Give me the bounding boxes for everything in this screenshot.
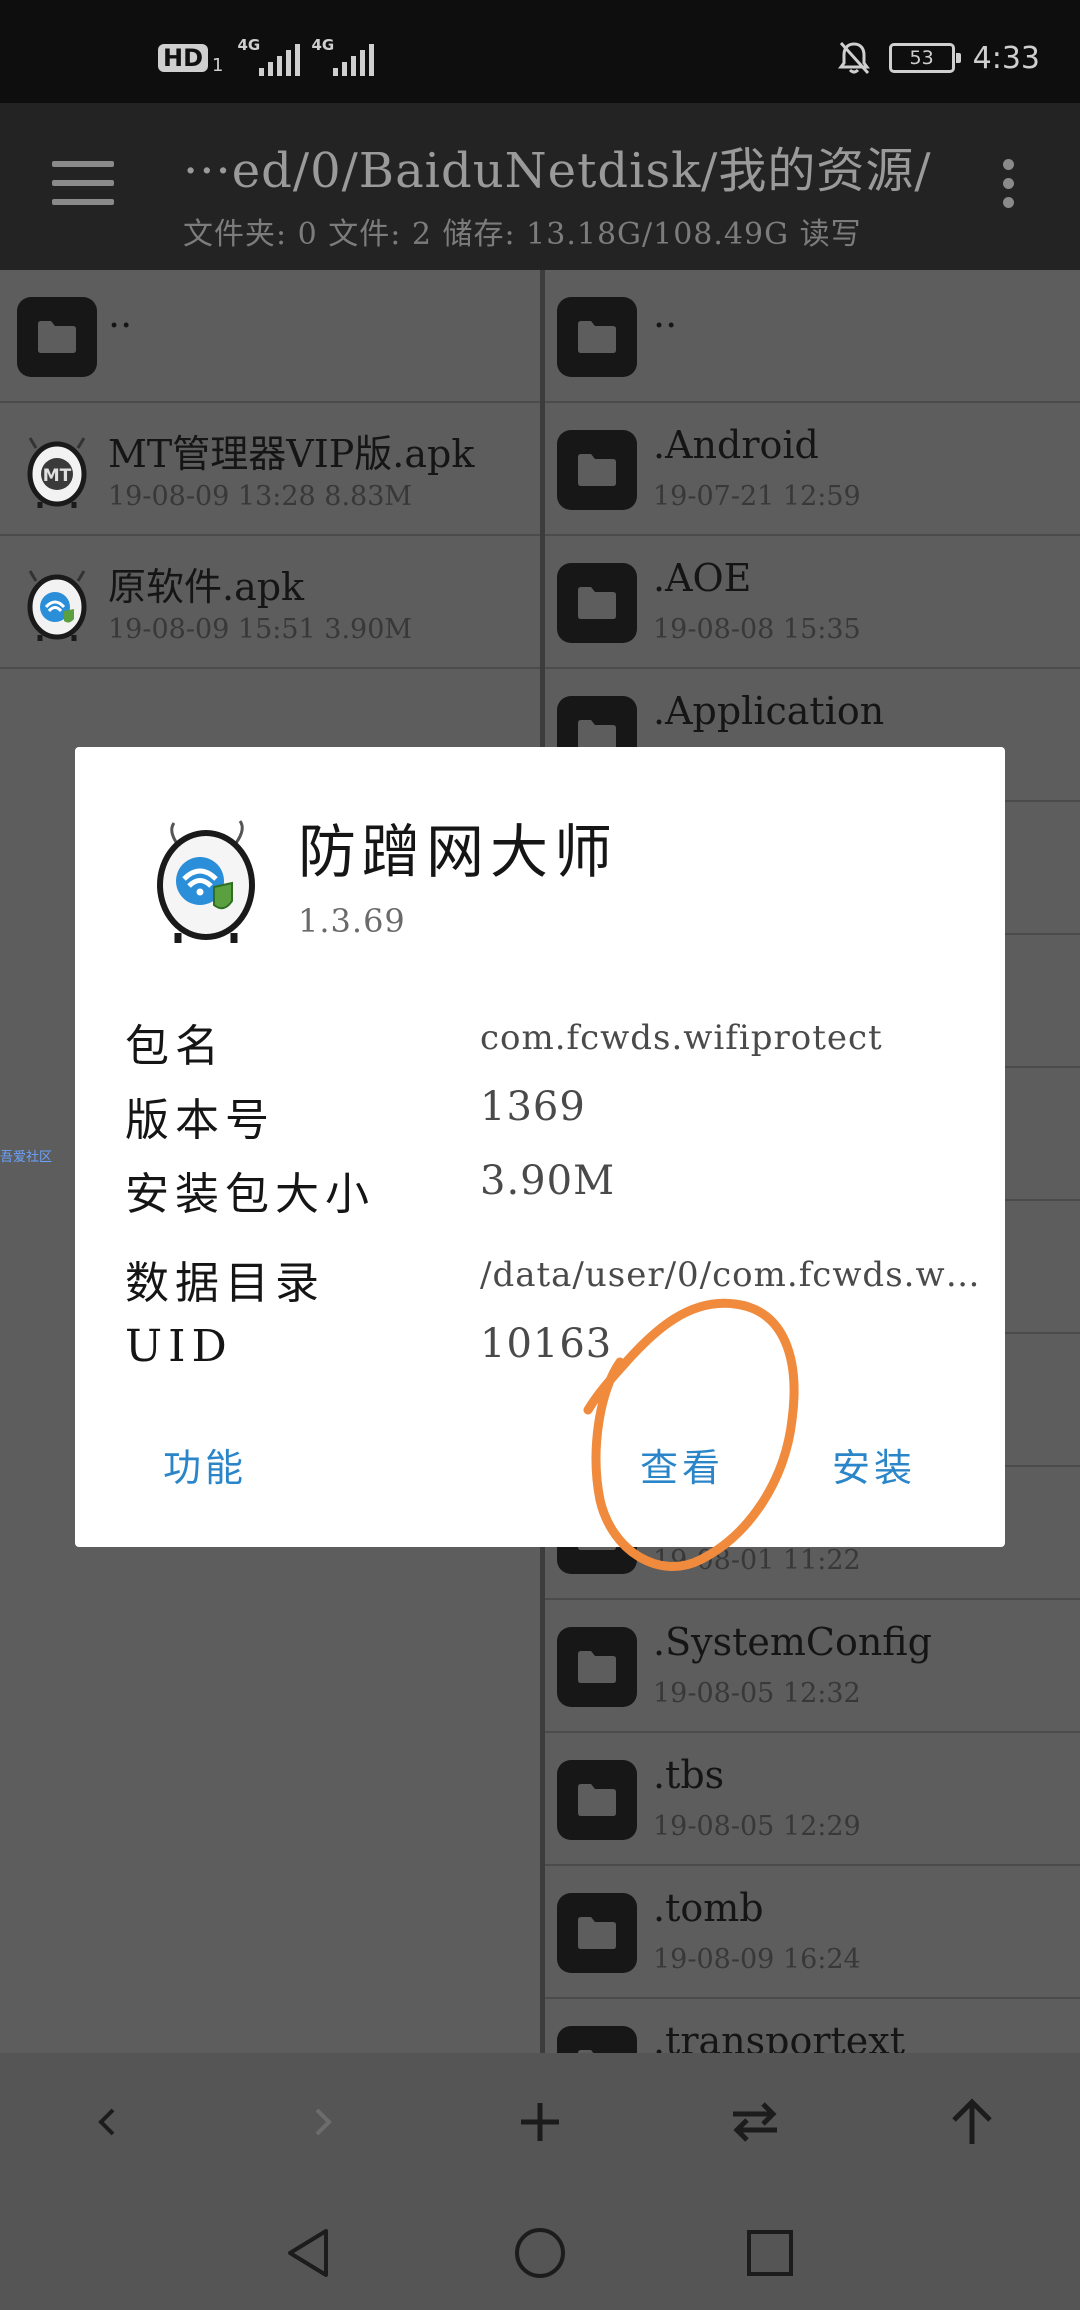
folder-meta: 19-07-21 12:59 — [653, 481, 861, 512]
status-left: HD 1 4G 4G — [158, 36, 375, 78]
folder-name: .tbs — [653, 1753, 725, 1797]
app-info-dialog: 防蹭网大师 1.3.69 包名 com.fcwds.wifiprotect 版本… — [75, 747, 1005, 1547]
info-row-version-code: 版本号 1369 — [125, 1084, 985, 1146]
info-row-data-dir: 数据目录 /data/user/0/com.fcwds.wifi··· — [125, 1247, 990, 1309]
app-bar: ···ed/0/BaiduNetdisk/我的资源/ 文件夹: 0 文件: 2 … — [0, 103, 1080, 270]
install-button[interactable]: 安装 — [832, 1437, 916, 1492]
system-nav-bar — [0, 2191, 1080, 2310]
file-name: 原软件.apk — [108, 565, 305, 609]
parent-dir-label: .. — [108, 292, 133, 336]
info-value[interactable]: 1369 — [480, 1084, 586, 1130]
app-version: 1.3.69 — [298, 902, 406, 940]
folder-name: .Application — [653, 689, 885, 733]
nav-back-icon[interactable] — [268, 2213, 348, 2293]
clock: 4:33 — [972, 40, 1040, 76]
hd-sim-index: 1 — [212, 54, 224, 76]
folder-name: .tomb — [653, 1886, 764, 1930]
folder-name: .AOE — [653, 556, 752, 600]
back-arrow-icon[interactable] — [72, 2087, 142, 2157]
svg-text:MT: MT — [43, 466, 72, 486]
hd-icon: HD — [158, 44, 209, 72]
battery-icon: 53 — [888, 43, 961, 73]
info-label: 版本号 — [125, 1095, 275, 1146]
status-right: 53 4:33 — [837, 40, 1040, 76]
apk-mt-icon: MT — [17, 430, 97, 510]
folder-icon — [557, 1760, 637, 1840]
folder-row[interactable]: .AOE 19-08-08 15:35 — [545, 536, 1080, 669]
info-label: 包名 — [125, 1021, 225, 1072]
folder-meta: 19-08-08 15:35 — [653, 614, 861, 645]
file-meta: 19-08-09 15:51 3.90M — [108, 614, 413, 645]
folder-icon — [557, 563, 637, 643]
folder-name: .SystemConfig — [653, 1620, 932, 1664]
current-path[interactable]: ···ed/0/BaiduNetdisk/我的资源/ — [183, 131, 932, 201]
storage-summary: 文件夹: 0 文件: 2 储存: 13.18G/108.49G 读写 — [183, 217, 862, 252]
parent-dir-row[interactable]: .. — [0, 270, 540, 403]
folder-icon — [557, 430, 637, 510]
folder-row[interactable]: .tomb 19-08-09 16:24 — [545, 1866, 1080, 1999]
folder-row[interactable]: .SystemConfig 19-08-05 12:32 — [545, 1600, 1080, 1733]
bottom-toolbar — [0, 2053, 1080, 2191]
folder-row[interactable]: .Android 19-07-21 12:59 — [545, 403, 1080, 536]
folder-meta: 19-08-09 16:24 — [653, 1944, 861, 1975]
info-row-package: 包名 com.fcwds.wifiprotect — [125, 1010, 985, 1072]
folder-icon — [557, 2026, 637, 2053]
file-meta: 19-08-09 13:28 8.83M — [108, 481, 413, 512]
app-name: 防蹭网大师 — [298, 818, 619, 886]
folder-icon — [557, 1627, 637, 1707]
info-label: 安装包大小 — [125, 1169, 375, 1220]
watermark-tag: 吾爱社区 — [0, 1150, 53, 1165]
info-label: 数据目录 — [125, 1258, 325, 1309]
folder-meta: 19-08-05 12:29 — [653, 1811, 861, 1842]
file-name: MT管理器VIP版.apk — [108, 432, 475, 476]
info-value[interactable]: /data/user/0/com.fcwds.wifi··· — [480, 1255, 990, 1295]
folder-name: .Android — [653, 423, 819, 467]
info-value[interactable]: 3.90M — [480, 1158, 615, 1204]
nav-recents-icon[interactable] — [730, 2213, 810, 2293]
bell-off-icon — [837, 41, 870, 75]
parent-dir-row[interactable]: .. — [545, 270, 1080, 403]
folder-row[interactable]: .transportext — [545, 1999, 1080, 2053]
forward-arrow-icon[interactable] — [288, 2087, 358, 2157]
function-button[interactable]: 功能 — [163, 1437, 247, 1492]
folder-icon — [557, 297, 637, 377]
folder-icon — [557, 1893, 637, 1973]
info-label: UID — [125, 1321, 233, 1372]
file-row[interactable]: 原软件.apk 19-08-09 15:51 3.90M — [0, 536, 540, 669]
folder-icon — [17, 297, 97, 377]
signal-network-label: 4G — [311, 36, 335, 54]
signal-network-label: 4G — [237, 36, 261, 54]
parent-dir-label: .. — [653, 292, 678, 336]
folder-row[interactable]: .tbs 19-08-05 12:29 — [545, 1733, 1080, 1866]
file-row[interactable]: MT MT管理器VIP版.apk 19-08-09 13:28 8.83M — [0, 403, 540, 536]
app-icon — [157, 820, 255, 943]
up-arrow-icon[interactable] — [937, 2087, 1007, 2157]
info-row-uid: UID 10163 — [125, 1321, 985, 1381]
add-icon[interactable] — [505, 2087, 575, 2157]
swap-icon[interactable] — [720, 2087, 790, 2157]
info-value[interactable]: com.fcwds.wifiprotect — [480, 1018, 883, 1058]
folder-name: .transportext — [653, 2019, 905, 2053]
apk-wifi-icon — [17, 563, 97, 643]
signal-icon: 4G — [237, 36, 301, 78]
info-row-size: 安装包大小 3.90M — [125, 1158, 985, 1220]
more-vert-icon[interactable] — [999, 159, 1017, 213]
annotation-circle — [583, 1298, 799, 1571]
nav-home-icon[interactable] — [500, 2213, 580, 2293]
menu-icon[interactable] — [52, 161, 114, 211]
folder-meta: 19-08-05 12:32 — [653, 1678, 861, 1709]
signal-icon: 4G — [311, 36, 375, 78]
status-bar: HD 1 4G 4G 53 4:33 — [0, 0, 1080, 103]
